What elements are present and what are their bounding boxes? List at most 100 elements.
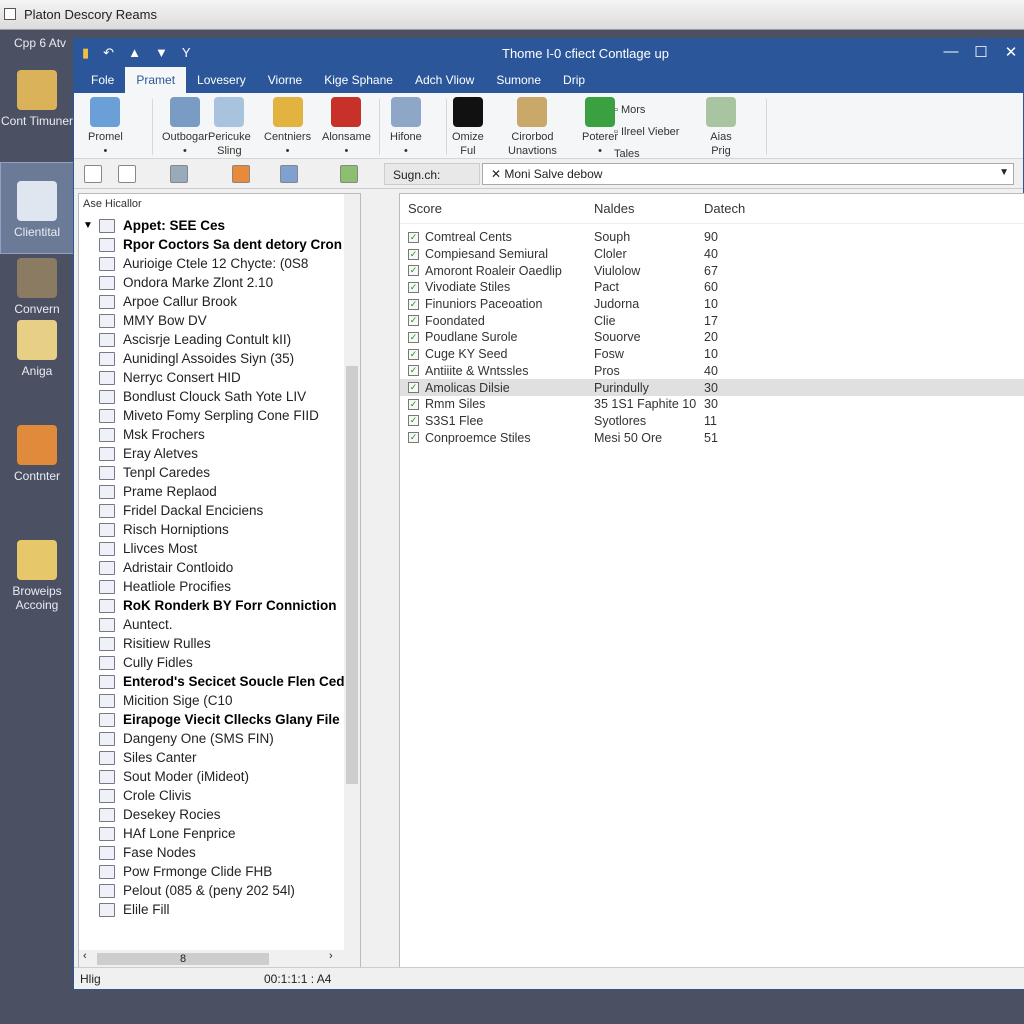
tab-7[interactable]: Drip [552, 67, 596, 93]
orange-icon[interactable] [232, 165, 250, 183]
tree-item[interactable]: Miveto Fomy Serpling Cone FIID [79, 406, 360, 425]
tree-item[interactable]: Nerryc Consert HID [79, 368, 360, 387]
table-row[interactable]: ✓ Poudlane Surole Souorve 20 [400, 329, 1024, 346]
tree-item[interactable]: Eirapoge Viecit Cllecks Glany File [79, 710, 360, 729]
down-icon[interactable]: ▼ [155, 45, 168, 61]
undo-icon[interactable]: ↶ [103, 45, 114, 61]
search-input[interactable]: ✕ Moni Salve debow ▼ [482, 163, 1014, 185]
table-row[interactable]: ✓ Cuge KY Seed Fosw 10 [400, 346, 1024, 363]
tree-item[interactable]: Crole Clivis [79, 786, 360, 805]
ribbon-button[interactable]: Poterer • [582, 97, 618, 158]
desktop-icon[interactable]: Aniga [0, 320, 74, 378]
tree-item[interactable]: Llivces Most [79, 539, 360, 558]
ribbon-button[interactable]: Promel • [88, 97, 123, 158]
view-icon[interactable] [84, 165, 102, 183]
table-row[interactable]: ✓ Rmm Siles 35 1S1 Faphite 10 30 [400, 396, 1024, 413]
desktop-icon[interactable]: Contnter [0, 425, 74, 483]
tree-horizontal-scrollbar[interactable]: ‹ 8 › [79, 950, 360, 968]
db-icon[interactable] [280, 165, 298, 183]
ribbon-button[interactable]: Omize Ful [452, 97, 484, 158]
tree-item[interactable]: Cully Fidles [79, 653, 360, 672]
ribbon-button[interactable]: Aias Prig [706, 97, 736, 158]
column-names[interactable]: Naldes [594, 201, 704, 216]
checkbox[interactable]: ✓ [408, 331, 419, 343]
ribbon-button[interactable]: Outbogar • [162, 97, 208, 158]
tab-3[interactable]: Viorne [257, 67, 313, 93]
checkbox[interactable]: ✓ [408, 298, 419, 310]
tree-item[interactable]: Ascisrje Leading Contult kII) [79, 330, 360, 349]
tree-item[interactable]: Fridel Dackal Enciciens [79, 501, 360, 520]
table-row[interactable]: ✓ Conproemce Stiles Mesi 50 Ore 51 [400, 429, 1024, 446]
table-row[interactable]: ✓ Amoront Roaleir Oaedlip Viulolow 67 [400, 262, 1024, 279]
tree-item[interactable]: Bondlust Clouck Sath Yote LIV [79, 387, 360, 406]
checkbox[interactable]: ✓ [408, 382, 419, 394]
tab-2[interactable]: Lovesery [186, 67, 257, 93]
tree-item[interactable]: Elile Fill [79, 900, 360, 919]
ribbon-button[interactable]: Centniers • [264, 97, 311, 158]
tree-item[interactable]: HAf Lone Fenprice [79, 824, 360, 843]
tab-4[interactable]: Kige Sphane [313, 67, 404, 93]
tree-item[interactable]: Msk Frochers [79, 425, 360, 444]
tab-1[interactable]: Pramet [125, 67, 187, 93]
checkbox[interactable]: ✓ [408, 415, 419, 427]
checkbox[interactable]: ✓ [408, 265, 419, 277]
checkbox[interactable]: ✓ [408, 281, 419, 293]
ribbon-button[interactable]: Cirorbod Unavtions [508, 97, 557, 158]
tree-item[interactable]: Sout Moder (iMideot) [79, 767, 360, 786]
tree-item[interactable]: Auntect. [79, 615, 360, 634]
tree-item[interactable]: Enterod's Secicet Soucle Flen Cede [79, 672, 360, 691]
green-icon[interactable] [340, 165, 358, 183]
column-score[interactable]: Score [400, 201, 594, 216]
table-row[interactable]: ✓ Comtreal Cents Souph 90 [400, 229, 1024, 246]
tree-item[interactable]: RoK Ronderk BY Forr Conniction [79, 596, 360, 615]
tree-item[interactable]: Arpoe Callur Brook [79, 292, 360, 311]
tree-item[interactable]: Prame Replaod [79, 482, 360, 501]
ribbon-small-mors[interactable]: ▫ Mors [614, 99, 679, 121]
page-icon[interactable] [118, 165, 136, 183]
tree-item[interactable]: Micition Sige (C10 [79, 691, 360, 710]
minimize-button[interactable]: — [936, 43, 966, 60]
tree-item[interactable]: Risch Horniptions [79, 520, 360, 539]
list-icon[interactable] [170, 165, 188, 183]
tree-vertical-scrollbar[interactable] [344, 194, 360, 954]
tree-item[interactable]: Fase Nodes [79, 843, 360, 862]
desktop-icon[interactable]: Clientital [0, 162, 74, 254]
chevron-down-icon[interactable]: ▼ [999, 167, 1009, 178]
ribbon-button[interactable]: Hifone • [390, 97, 422, 158]
up-icon[interactable]: ▲ [128, 45, 141, 61]
ribbon-button[interactable]: Pericuke Sling [208, 97, 251, 158]
tree-item[interactable]: Eray Aletves [79, 444, 360, 463]
desktop-icon[interactable]: Broweips Accoing [0, 540, 74, 612]
checkbox[interactable]: ✓ [408, 365, 419, 377]
tree-item[interactable]: Aurioige Ctele 12 Chycte: (0S8 [79, 254, 360, 273]
tree-item[interactable]: Risitiew Rulles [79, 634, 360, 653]
tree-item[interactable]: MMY Bow DV [79, 311, 360, 330]
table-row[interactable]: ✓ Finuniors Paceoation Judorna 10 [400, 296, 1024, 313]
tab-6[interactable]: Sumone [485, 67, 552, 93]
table-row[interactable]: ✓ Antiiite & Wntssles Pros 40 [400, 363, 1024, 380]
expand-arrow-icon[interactable]: ▼ [83, 220, 93, 231]
column-detech[interactable]: Datech [704, 201, 784, 216]
ribbon-small-viewer[interactable]: ▫ Ilreel Vieber [614, 121, 679, 143]
checkbox[interactable]: ✓ [408, 248, 419, 260]
tree-item[interactable]: Pow Frmonge Clide FHB [79, 862, 360, 881]
table-row[interactable]: ✓ Compiesand Semiural Cloler 40 [400, 246, 1024, 263]
tree-item[interactable]: Ondora Marke Zlont 2.10 [79, 273, 360, 292]
desktop-icon[interactable]: Convern [0, 258, 74, 316]
desktop-icon[interactable]: Cont Timuner [0, 70, 74, 128]
close-button[interactable]: ✕ [996, 43, 1024, 61]
table-row[interactable]: ✓ S3S1 Flee Syotlores 11 [400, 413, 1024, 430]
tree-item[interactable]: Adristair Contloido [79, 558, 360, 577]
checkbox[interactable]: ✓ [408, 231, 419, 243]
table-row[interactable]: ✓ Vivodiate Stiles Pact 60 [400, 279, 1024, 296]
pin-icon[interactable]: Y [182, 45, 191, 61]
tree-item[interactable]: Siles Canter [79, 748, 360, 767]
tab-0[interactable]: Fole [80, 67, 125, 93]
table-row[interactable]: ✓ Amolicas Dilsie Purindully 30 [400, 379, 1024, 396]
table-row[interactable]: ✓ Foondated Clie 17 [400, 312, 1024, 329]
checkbox[interactable]: ✓ [408, 315, 419, 327]
tab-5[interactable]: Adch Vliow [404, 67, 485, 93]
checkbox[interactable]: ✓ [408, 348, 419, 360]
maximize-button[interactable]: ☐ [966, 43, 996, 61]
ribbon-button[interactable]: Alonsame • [322, 97, 371, 158]
